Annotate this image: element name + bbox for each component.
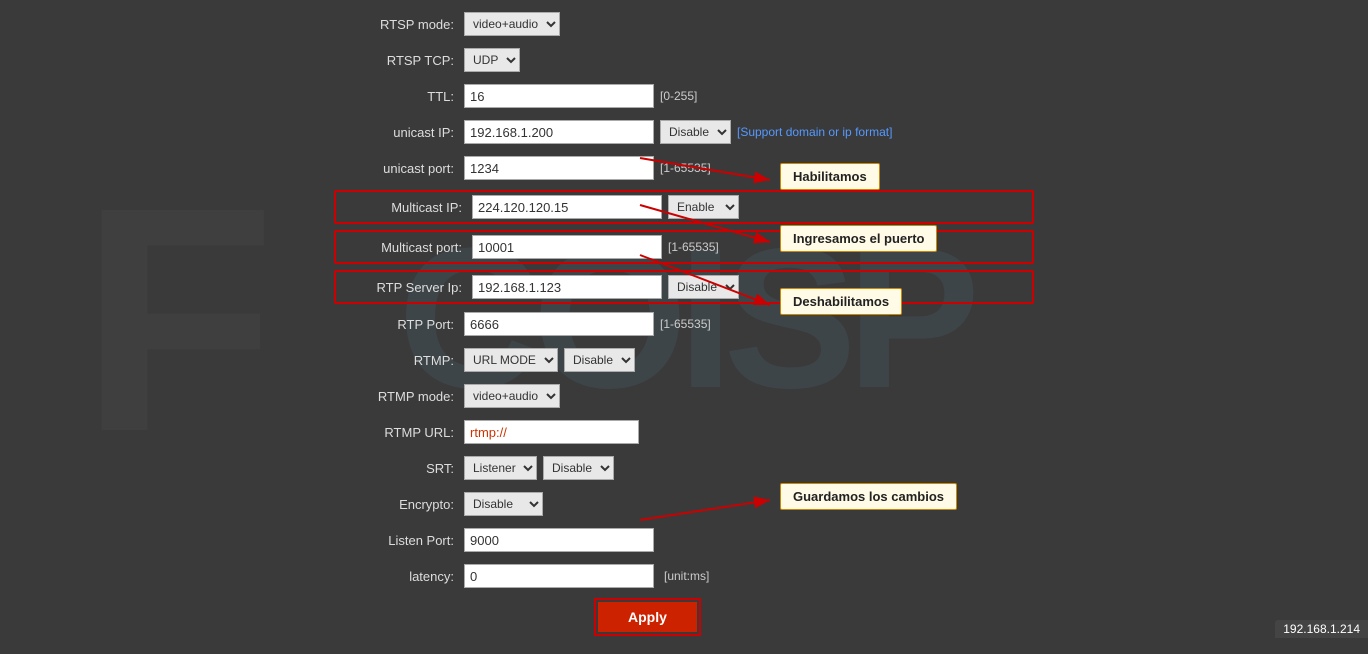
- srt-control: Listener Caller Disable Enable: [464, 456, 1034, 480]
- unicast-port-control: [1-65535]: [464, 156, 1034, 180]
- rtmp-control: URL MODE STREAM Disable Enable: [464, 348, 1034, 372]
- rtsp-tcp-select[interactable]: UDP TCP: [464, 48, 520, 72]
- rtp-port-input[interactable]: [464, 312, 654, 336]
- rtsp-mode-row: RTSP mode: video+audio: [334, 10, 1034, 38]
- latency-row: latency: [unit:ms]: [334, 562, 1034, 590]
- encrypto-select[interactable]: Disable AES-128 AES-256: [464, 492, 543, 516]
- main-container: RTSP mode: video+audio RTSP TCP: UDP TCP…: [0, 0, 1368, 654]
- unicast-ip-hint: [Support domain or ip format]: [737, 125, 892, 139]
- latency-control: [unit:ms]: [464, 564, 1034, 588]
- rtp-server-ip-label: RTP Server Ip:: [342, 280, 472, 295]
- unicast-port-input[interactable]: [464, 156, 654, 180]
- rtmp-mode-row: RTMP mode: video+audio video: [334, 382, 1034, 410]
- multicast-ip-select[interactable]: Enable Disable: [668, 195, 739, 219]
- multicast-port-label: Multicast port:: [342, 240, 472, 255]
- ttl-label: TTL:: [334, 89, 464, 104]
- rtmp-mode-select2[interactable]: Disable Enable: [564, 348, 635, 372]
- rtmp-url-row: RTMP URL:: [334, 418, 1034, 446]
- tooltip-ingresamos: Ingresamos el puerto: [780, 225, 937, 252]
- latency-hint: [unit:ms]: [664, 569, 709, 583]
- tooltip-guardamos: Guardamos los cambios: [780, 483, 957, 510]
- ttl-input[interactable]: [464, 84, 654, 108]
- rtp-server-ip-select[interactable]: Disable Enable: [668, 275, 739, 299]
- apply-button[interactable]: Apply: [598, 602, 697, 632]
- multicast-port-hint: [1-65535]: [668, 240, 719, 254]
- unicast-ip-input[interactable]: [464, 120, 654, 144]
- latency-label: latency:: [334, 569, 464, 584]
- listen-port-row: Listen Port:: [334, 526, 1034, 554]
- multicast-ip-row: Multicast IP: Enable Disable: [334, 190, 1034, 224]
- srt-row: SRT: Listener Caller Disable Enable: [334, 454, 1034, 482]
- ttl-control: [0-255]: [464, 84, 1034, 108]
- rtmp-mode-select[interactable]: video+audio video: [464, 384, 560, 408]
- rtsp-tcp-control: UDP TCP: [464, 48, 1034, 72]
- rtmp-mode-select1[interactable]: URL MODE STREAM: [464, 348, 558, 372]
- rtmp-url-label: RTMP URL:: [334, 425, 464, 440]
- encrypto-label: Encrypto:: [334, 497, 464, 512]
- rtsp-mode-label: RTSP mode:: [334, 17, 464, 32]
- rtmp-mode-control: video+audio video: [464, 384, 1034, 408]
- unicast-ip-label: unicast IP:: [334, 125, 464, 140]
- rtp-port-row: RTP Port: [1-65535]: [334, 310, 1034, 338]
- unicast-port-row: unicast port: [1-65535]: [334, 154, 1034, 182]
- form-table: RTSP mode: video+audio RTSP TCP: UDP TCP…: [334, 10, 1034, 636]
- rtp-port-label: RTP Port:: [334, 317, 464, 332]
- multicast-port-control: [1-65535]: [472, 235, 1026, 259]
- rtmp-row: RTMP: URL MODE STREAM Disable Enable: [334, 346, 1034, 374]
- rtsp-mode-select[interactable]: video+audio: [464, 12, 560, 36]
- rtsp-tcp-row: RTSP TCP: UDP TCP: [334, 46, 1034, 74]
- rtp-server-ip-row: RTP Server Ip: Disable Enable: [334, 270, 1034, 304]
- unicast-ip-control: Disable Enable [Support domain or ip for…: [464, 120, 1034, 144]
- ttl-row: TTL: [0-255]: [334, 82, 1034, 110]
- listen-port-control: [464, 528, 1034, 552]
- rtmp-label: RTMP:: [334, 353, 464, 368]
- srt-label: SRT:: [334, 461, 464, 476]
- unicast-port-label: unicast port:: [334, 161, 464, 176]
- rtp-server-ip-control: Disable Enable: [472, 275, 1026, 299]
- multicast-ip-control: Enable Disable: [472, 195, 1026, 219]
- unicast-ip-row: unicast IP: Disable Enable [Support doma…: [334, 118, 1034, 146]
- rtp-server-ip-input[interactable]: [472, 275, 662, 299]
- unicast-port-hint: [1-65535]: [660, 161, 711, 175]
- listen-port-input[interactable]: [464, 528, 654, 552]
- rtmp-mode-label: RTMP mode:: [334, 389, 464, 404]
- latency-input[interactable]: [464, 564, 654, 588]
- rtsp-mode-control: video+audio: [464, 12, 1034, 36]
- tooltip-deshabilitamos: Deshabilitamos: [780, 288, 902, 315]
- listen-port-label: Listen Port:: [334, 533, 464, 548]
- apply-btn-wrapper: Apply: [594, 598, 701, 636]
- tooltip-habilitamos: Habilitamos: [780, 163, 880, 190]
- rtp-port-control: [1-65535]: [464, 312, 1034, 336]
- multicast-port-input[interactable]: [472, 235, 662, 259]
- rtp-port-hint: [1-65535]: [660, 317, 711, 331]
- unicast-ip-select[interactable]: Disable Enable: [660, 120, 731, 144]
- rtmp-url-input[interactable]: [464, 420, 639, 444]
- rtsp-tcp-label: RTSP TCP:: [334, 53, 464, 68]
- srt-select2[interactable]: Disable Enable: [543, 456, 614, 480]
- rtmp-url-control: [464, 420, 1034, 444]
- multicast-ip-label: Multicast IP:: [342, 200, 472, 215]
- srt-select1[interactable]: Listener Caller: [464, 456, 537, 480]
- ttl-hint: [0-255]: [660, 89, 697, 103]
- multicast-ip-input[interactable]: [472, 195, 662, 219]
- apply-row: Apply: [334, 598, 1034, 636]
